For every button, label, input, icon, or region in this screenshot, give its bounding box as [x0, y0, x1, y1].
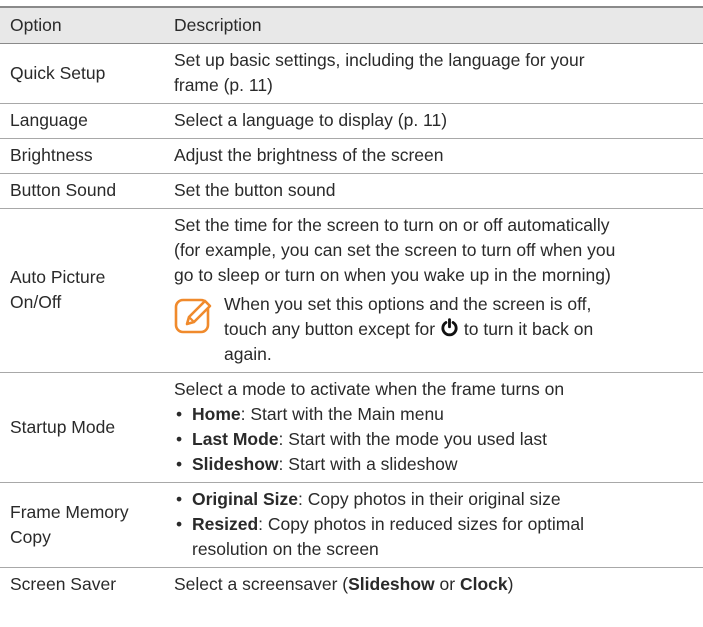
- option-quick-setup: Quick Setup: [0, 43, 163, 104]
- choice-slideshow: Slideshow: [348, 574, 435, 594]
- choice-clock: Clock: [459, 574, 508, 594]
- table-row: Screen Saver Select a screensaver (Slide…: [0, 568, 703, 603]
- description-text: Select a screensaver (: [174, 574, 349, 594]
- description-button-sound: Set the button sound: [163, 173, 703, 209]
- table-row: Quick Setup Set up basic settings, inclu…: [0, 43, 703, 104]
- list-item-term: Last Mode: [192, 429, 279, 449]
- list-item-term: Home: [192, 404, 241, 424]
- list-item-text: : Start with the mode you used last: [278, 429, 548, 449]
- note-pencil-icon: [174, 298, 212, 334]
- option-line: Frame Memory: [10, 501, 129, 522]
- description-quick-setup: Set up basic settings, including the lan…: [163, 43, 703, 104]
- list-item-text: : Start with a slideshow: [278, 454, 458, 474]
- header-description: Description: [163, 6, 703, 44]
- table-row: Button Sound Set the button sound: [0, 173, 703, 209]
- description-frame-memory-copy: Original Size: Copy photos in their orig…: [163, 482, 703, 568]
- note-line: touch any button except for to turn it b…: [224, 317, 703, 342]
- option-line: Copy: [10, 526, 51, 547]
- description-brightness: Adjust the brightness of the screen: [163, 138, 703, 174]
- list-item: Original Size: Copy photos in their orig…: [174, 487, 703, 512]
- list-item: Last Mode: Start with the mode you used …: [174, 427, 703, 452]
- description-line: Set up basic settings, including the lan…: [174, 50, 585, 70]
- option-startup-mode: Startup Mode: [0, 372, 163, 483]
- startup-mode-list: Home: Start with the Main menu Last Mode…: [174, 402, 703, 477]
- note-line: again.: [224, 344, 272, 364]
- description-text: or: [434, 574, 460, 594]
- description-language: Select a language to display (p. 11): [163, 103, 703, 139]
- description-line: Select a mode to activate when the frame…: [174, 379, 565, 399]
- option-line: Auto Picture: [10, 267, 106, 287]
- note-text: to turn it back on: [463, 319, 594, 339]
- option-brightness: Brightness: [0, 138, 163, 174]
- table-row: Frame Memory Copy Original Size: Copy ph…: [0, 482, 703, 568]
- note-text: touch any button except for: [224, 319, 436, 339]
- table-row: Brightness Adjust the brightness of the …: [0, 138, 703, 174]
- option-language: Language: [0, 103, 163, 139]
- description-line: go to sleep or turn on when you wake up …: [174, 265, 611, 285]
- list-item-term: Resized: [192, 514, 259, 534]
- option-line: On/Off: [10, 292, 62, 312]
- option-auto-picture: Auto Picture On/Off: [0, 208, 163, 373]
- option-button-sound: Button Sound: [0, 173, 163, 209]
- description-line: frame (p. 11): [174, 75, 273, 95]
- option-screen-saver: Screen Saver: [10, 574, 117, 594]
- list-item-text: : Start with the Main menu: [240, 404, 444, 424]
- note-block: When you set this options and the screen…: [174, 292, 703, 367]
- header-option: Option: [0, 6, 163, 44]
- list-item-term: Slideshow: [192, 454, 279, 474]
- description-line: (for example, you can set the screen to …: [174, 240, 616, 260]
- power-icon: [441, 318, 458, 337]
- description-text: ): [507, 574, 514, 594]
- list-item: Slideshow: Start with a slideshow: [174, 452, 703, 477]
- options-table: Option Description Quick Setup Set up ba…: [0, 6, 703, 602]
- list-item-term: Original Size: [192, 489, 298, 509]
- list-item: Resized: Copy photos in reduced sizes fo…: [174, 512, 703, 562]
- description-auto-picture: Set the time for the screen to turn on o…: [163, 208, 703, 373]
- list-item-text: : Copy photos in reduced sizes for optim…: [258, 514, 585, 534]
- option-frame-memory-copy: Frame Memory Copy: [0, 482, 163, 568]
- table-row: Startup Mode Select a mode to activate w…: [0, 372, 703, 483]
- list-item-text: : Copy photos in their original size: [298, 489, 561, 509]
- table-header-row: Option Description: [0, 6, 703, 44]
- description-startup-mode: Select a mode to activate when the frame…: [163, 372, 703, 483]
- frame-memory-list: Original Size: Copy photos in their orig…: [174, 487, 703, 562]
- table-row: Auto Picture On/Off Set the time for the…: [0, 208, 703, 373]
- list-item: Home: Start with the Main menu: [174, 402, 703, 427]
- description-line: Set the time for the screen to turn on o…: [174, 215, 610, 235]
- list-item-text: resolution on the screen: [192, 539, 379, 559]
- note-line: When you set this options and the screen…: [224, 294, 592, 314]
- description-screen-saver: Select a screensaver (Slideshow or Clock…: [163, 568, 703, 603]
- table-row: Language Select a language to display (p…: [0, 103, 703, 139]
